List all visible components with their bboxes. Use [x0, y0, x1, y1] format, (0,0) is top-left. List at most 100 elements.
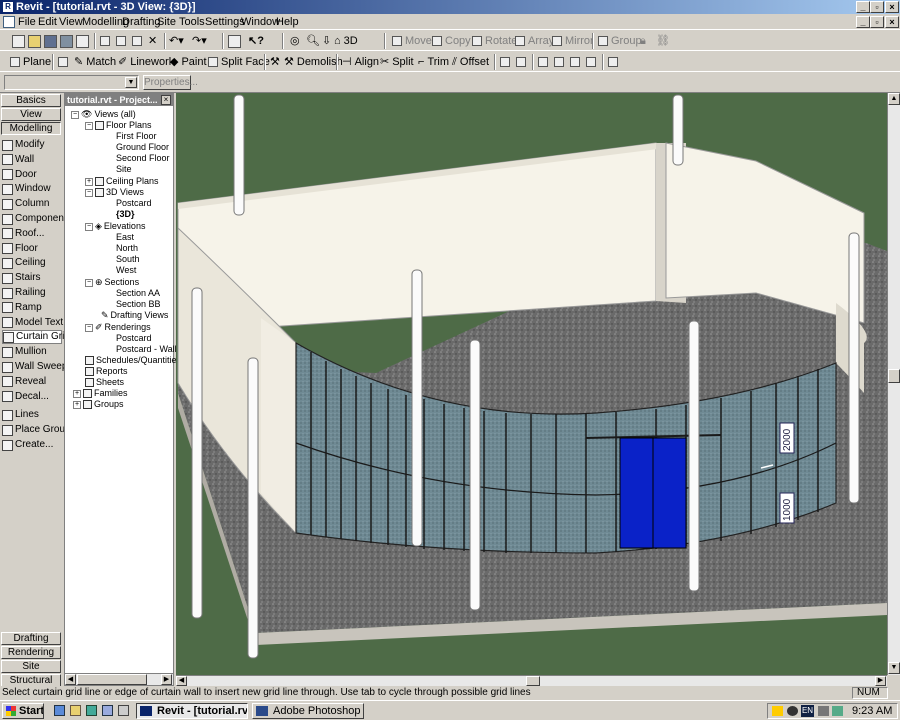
- revit-app-icon[interactable]: R: [2, 1, 14, 13]
- tool-g-button[interactable]: [608, 54, 618, 70]
- tool-c-button[interactable]: [538, 54, 548, 70]
- tree-east[interactable]: East: [116, 232, 134, 243]
- save-all-button[interactable]: [60, 33, 73, 49]
- tool-text[interactable]: Model Text: [2, 316, 63, 330]
- tool-lines[interactable]: Lines: [2, 408, 62, 422]
- lock-button[interactable]: 🔒︎: [640, 33, 646, 49]
- align-button[interactable]: ⊣ Align: [342, 54, 379, 70]
- expand-icon[interactable]: +: [85, 177, 93, 186]
- tool-wall[interactable]: Wall: [2, 153, 62, 167]
- tree-reports[interactable]: Reports: [85, 366, 128, 377]
- task-photoshop[interactable]: Adobe Photoshop: [252, 703, 364, 719]
- tool-place-group[interactable]: Place Group: [2, 423, 71, 437]
- switch-windows-button[interactable]: [228, 33, 241, 49]
- tool-ramp[interactable]: Ramp: [2, 301, 62, 315]
- doc-restore-button[interactable]: ▫: [870, 16, 884, 28]
- tab-drafting[interactable]: Drafting: [1, 632, 61, 645]
- tool-cursor[interactable]: Modify: [2, 138, 62, 152]
- tree-sections[interactable]: − ⊕ Sections: [85, 277, 139, 288]
- thin-lines-button[interactable]: ⇩: [322, 33, 331, 49]
- browser-hscrollbar[interactable]: ◀ ▶: [65, 673, 173, 685]
- task-revit[interactable]: Revit - [tutorial.rvt ...: [136, 703, 248, 719]
- tree-render-postcard[interactable]: Postcard: [116, 333, 152, 344]
- group-button[interactable]: Group: [598, 33, 642, 49]
- tree-section-aa[interactable]: Section AA: [116, 288, 160, 299]
- doc-minimize-button[interactable]: _: [856, 16, 870, 28]
- expand-icon[interactable]: +: [73, 389, 81, 398]
- cut-button[interactable]: [100, 33, 110, 49]
- ie-icon[interactable]: [54, 705, 65, 716]
- tool-a-button[interactable]: [500, 54, 510, 70]
- cut-geometry-button[interactable]: ⚒: [270, 54, 280, 70]
- tree-schedules[interactable]: Schedules/Quantities: [85, 355, 181, 366]
- array-button[interactable]: Array: [515, 33, 554, 49]
- print-button[interactable]: [76, 33, 89, 49]
- horizontal-scrollbar[interactable]: ◀ ▶: [176, 675, 887, 686]
- collapse-icon[interactable]: −: [85, 121, 93, 130]
- tree-ground-floor[interactable]: Ground Floor: [116, 142, 169, 153]
- type-selector[interactable]: ▼: [4, 75, 139, 90]
- menu-file[interactable]: File: [18, 14, 36, 30]
- tool-reveal[interactable]: Reveal: [2, 375, 62, 389]
- offset-button[interactable]: ⫽ Offset: [452, 54, 489, 70]
- tool-railing[interactable]: Railing: [2, 286, 62, 300]
- demolish-button[interactable]: ⚒ Demolish: [284, 54, 343, 70]
- tool-b-button[interactable]: [516, 54, 526, 70]
- undo-button[interactable]: ↶▾: [169, 33, 184, 49]
- menu-settings[interactable]: Settings: [205, 14, 245, 30]
- zoom-button[interactable]: 🔍︎: [306, 33, 320, 49]
- maximize-button[interactable]: ▫: [870, 1, 884, 13]
- tray-icon-2[interactable]: [787, 706, 798, 716]
- document-icon[interactable]: [3, 16, 15, 28]
- tool-window[interactable]: Window: [2, 182, 62, 196]
- tool-f-button[interactable]: [586, 54, 596, 70]
- outlook-icon[interactable]: [70, 705, 81, 716]
- desktop-icon[interactable]: [86, 705, 97, 716]
- scroll-right-icon[interactable]: ▶: [875, 676, 886, 686]
- copy-clip-button[interactable]: [116, 33, 126, 49]
- tree-site[interactable]: Site: [116, 164, 132, 175]
- tool-ceiling[interactable]: Ceiling: [2, 256, 62, 270]
- tree-groups[interactable]: + Groups: [73, 399, 124, 410]
- vertical-scrollbar[interactable]: ▲ ▼: [887, 93, 900, 675]
- tray-icon-1[interactable]: [772, 706, 783, 716]
- collapse-icon[interactable]: −: [85, 222, 93, 231]
- scroll-down-icon[interactable]: ▼: [888, 662, 900, 674]
- tab-basics[interactable]: Basics: [1, 94, 61, 107]
- redo-button[interactable]: ↷▾: [192, 33, 207, 49]
- tree-second-floor[interactable]: Second Floor: [116, 153, 170, 164]
- link-button[interactable]: ⛓: [656, 33, 670, 49]
- quicklaunch-icon[interactable]: [118, 705, 129, 716]
- tree-first-floor[interactable]: First Floor: [116, 131, 157, 142]
- tree-elevations[interactable]: − ◈ Elevations: [85, 221, 145, 232]
- tree-renderings[interactable]: − ✐ Renderings: [85, 322, 151, 333]
- tree-floor-plans[interactable]: − Floor Plans: [85, 120, 152, 131]
- tool-d-button[interactable]: [554, 54, 564, 70]
- tab-site[interactable]: Site: [1, 660, 61, 673]
- language-indicator[interactable]: EN: [801, 705, 814, 717]
- scroll-up-icon[interactable]: ▲: [888, 93, 900, 105]
- copy-button[interactable]: Copy: [432, 33, 471, 49]
- tree-sheets[interactable]: Sheets: [85, 377, 124, 388]
- tree-render-postcard-wall[interactable]: Postcard - Wall: [116, 344, 177, 355]
- move-button[interactable]: Move: [392, 33, 432, 49]
- tool-stairs[interactable]: Stairs: [2, 271, 62, 285]
- tab-modelling[interactable]: Modelling: [1, 122, 61, 135]
- paint-button[interactable]: ◆ Paint: [170, 54, 207, 70]
- menu-drafting[interactable]: Drafting: [122, 14, 161, 30]
- explorer-icon[interactable]: [102, 705, 113, 716]
- tab-view[interactable]: View: [1, 108, 61, 121]
- rotate-button[interactable]: Rotate: [472, 33, 517, 49]
- menu-site[interactable]: Site: [157, 14, 176, 30]
- tree-postcard[interactable]: Postcard: [116, 198, 152, 209]
- tab-rendering[interactable]: Rendering: [1, 646, 61, 659]
- close-icon[interactable]: ×: [161, 95, 171, 105]
- minimize-button[interactable]: _: [856, 1, 870, 13]
- scroll-thumb[interactable]: [888, 369, 900, 383]
- collapse-icon[interactable]: −: [85, 323, 93, 332]
- 3d-view-canvas[interactable]: 2000 1000: [176, 93, 887, 675]
- tray-icon-3[interactable]: [818, 706, 829, 716]
- tray-icon-4[interactable]: [832, 706, 843, 716]
- tree-west[interactable]: West: [116, 265, 136, 276]
- dynamic-view-button[interactable]: ◎: [290, 33, 300, 49]
